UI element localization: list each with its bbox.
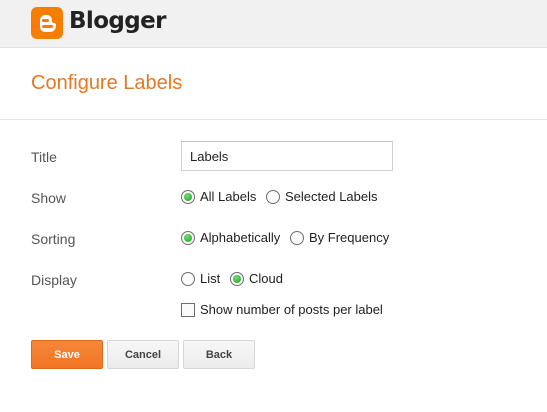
radio-alphabetically[interactable] [181,230,195,245]
show-all-labels-option[interactable]: All Labels [181,189,256,204]
app-header: Blogger [0,0,547,48]
radio-cloud[interactable] [230,271,244,286]
brand-name: Blogger [69,8,166,34]
alphabetically-text: Alphabetically [200,230,281,245]
show-label: Show [31,190,67,206]
show-post-count-option[interactable]: Show number of posts per label [181,302,383,317]
radio-selected-labels[interactable] [266,189,280,204]
page-title: Configure Labels [31,72,183,94]
radio-by-frequency[interactable] [290,230,304,245]
sort-alphabetically-option[interactable]: Alphabetically [181,230,280,245]
display-list-option[interactable]: List [181,271,220,286]
sort-by-frequency-option[interactable]: By Frequency [290,230,389,245]
divider [0,119,547,120]
back-button[interactable]: Back [183,340,255,369]
sorting-label: Sorting [31,231,76,247]
cancel-button[interactable]: Cancel [107,340,179,369]
radio-list[interactable] [181,271,195,286]
show-post-count-checkbox[interactable] [181,302,195,317]
show-post-count-text: Show number of posts per label [200,302,383,317]
title-input[interactable] [181,141,393,171]
blogger-logo-icon[interactable] [31,7,63,39]
all-labels-text: All Labels [200,189,257,204]
display-cloud-option[interactable]: Cloud [230,271,283,286]
radio-all-labels[interactable] [181,189,195,204]
show-selected-labels-option[interactable]: Selected Labels [266,189,378,204]
selected-labels-text: Selected Labels [285,189,378,204]
cloud-text: Cloud [249,271,283,286]
list-text: List [200,271,221,286]
by-frequency-text: By Frequency [309,230,390,245]
save-button[interactable]: Save [31,340,103,369]
display-label: Display [31,272,77,288]
title-label: Title [31,149,57,165]
